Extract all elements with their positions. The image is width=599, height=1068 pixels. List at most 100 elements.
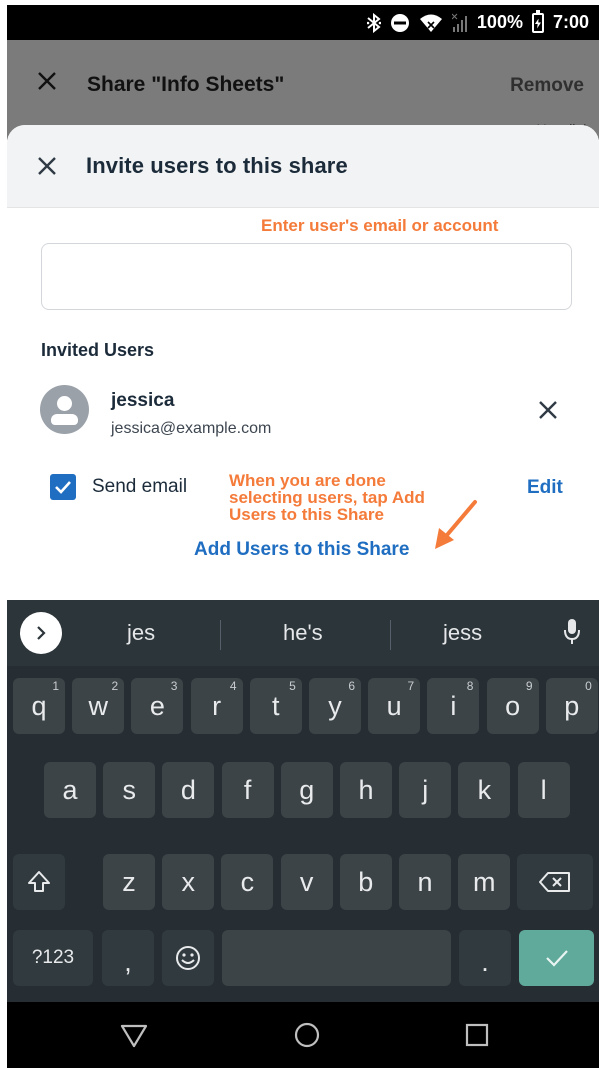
backspace-key[interactable] — [517, 854, 593, 910]
bluetooth-icon — [366, 12, 381, 33]
avatar — [40, 385, 89, 434]
key-y[interactable]: y6 — [309, 678, 361, 734]
key-u[interactable]: u7 — [368, 678, 421, 734]
phone-screen: 100% 7:00 Share "Info Sheets" Remove Unc… — [7, 5, 599, 1068]
symbols-key[interactable]: ?123 — [13, 930, 93, 986]
shift-key[interactable] — [13, 854, 65, 910]
space-key[interactable] — [222, 930, 451, 986]
key-label: a — [62, 774, 78, 805]
key-r[interactable]: r4 — [190, 678, 243, 734]
key-label: m — [472, 866, 496, 897]
key-label: c — [240, 866, 255, 897]
key-label: l — [540, 774, 547, 805]
key-label: i — [450, 690, 457, 721]
key-q[interactable]: q1 — [13, 678, 65, 734]
close-icon[interactable] — [36, 70, 58, 97]
key-number-hint: 5 — [289, 679, 296, 693]
no-signal-icon — [451, 13, 468, 33]
key-p[interactable]: p0 — [545, 678, 598, 734]
key-label: v — [299, 866, 314, 897]
key-z[interactable]: z — [103, 854, 155, 910]
send-email-checkbox[interactable] — [50, 474, 76, 500]
key-m[interactable]: m — [458, 854, 511, 910]
remove-button[interactable]: Remove — [510, 75, 584, 97]
key-number-hint: 2 — [111, 679, 119, 693]
key-x[interactable]: x — [162, 854, 215, 910]
status-bar: 100% 7:00 — [7, 5, 599, 40]
send-email-label: Send email — [92, 476, 188, 497]
enter-key[interactable] — [519, 930, 594, 986]
key-c[interactable]: c — [221, 854, 274, 910]
home-icon[interactable] — [292, 1020, 322, 1055]
key-label: k — [477, 774, 492, 805]
invited-user-row: jessica jessica@example.com — [40, 385, 570, 445]
suggestion[interactable]: jess — [443, 620, 482, 646]
key-i[interactable]: i8 — [427, 678, 480, 734]
key-number-hint: 0 — [585, 679, 592, 693]
key-v[interactable]: v — [280, 854, 333, 910]
key-label: h — [358, 774, 374, 805]
done-annotation: When you are done selecting users, tap A… — [229, 471, 425, 524]
wifi-icon — [419, 13, 443, 33]
key-a[interactable]: a — [44, 762, 96, 818]
invited-users-label: Invited Users — [41, 340, 155, 360]
key-label: f — [243, 774, 252, 805]
key-w[interactable]: w2 — [72, 678, 125, 734]
send-email-row: Send email — [50, 474, 187, 500]
battery-percent: 100% — [476, 12, 523, 32]
expand-toolbar-icon[interactable] — [20, 612, 62, 654]
key-d[interactable]: d — [162, 762, 215, 818]
email-input[interactable] — [41, 243, 572, 310]
recents-icon[interactable] — [462, 1020, 492, 1055]
key-label: y — [328, 690, 342, 721]
key-number-hint: 1 — [52, 679, 59, 693]
key-label: q — [31, 690, 47, 721]
key-t[interactable]: t5 — [249, 678, 302, 734]
key-n[interactable]: n — [399, 854, 451, 910]
key-e[interactable]: e3 — [131, 678, 184, 734]
key-h[interactable]: h — [340, 762, 392, 818]
key-number-hint: 8 — [466, 679, 474, 693]
key-label: d — [180, 774, 196, 805]
key-b[interactable]: b — [339, 854, 392, 910]
key-label: r — [212, 690, 222, 721]
key-label: o — [505, 690, 521, 721]
key-number-hint: 6 — [348, 679, 355, 693]
key-g[interactable]: g — [280, 762, 333, 818]
comma-key[interactable]: , — [102, 930, 154, 986]
annotation-arrow-icon — [435, 500, 477, 549]
key-l[interactable]: l — [517, 762, 570, 818]
key-number-hint: 7 — [407, 679, 415, 693]
suggestion[interactable]: jes — [127, 620, 155, 646]
navigation-bar — [7, 1002, 599, 1068]
key-f[interactable]: f — [221, 762, 274, 818]
key-label: j — [422, 774, 429, 805]
add-users-button[interactable]: Add Users to this Share — [194, 539, 409, 561]
invite-users-sheet: Invite users to this share Enter user's … — [7, 125, 599, 600]
suggestion[interactable]: he's — [283, 620, 323, 646]
key-label: w — [88, 690, 108, 721]
remove-user-icon[interactable] — [537, 399, 559, 421]
key-o[interactable]: o9 — [486, 678, 539, 734]
user-email: jessica@example.com — [111, 420, 272, 437]
key-j[interactable]: j — [399, 762, 452, 818]
sheet-title: Invite users to this share — [86, 153, 348, 178]
microphone-icon[interactable] — [562, 617, 582, 652]
close-icon[interactable] — [36, 155, 58, 177]
key-label: s — [122, 774, 136, 805]
battery-charging-icon — [531, 9, 544, 33]
key-label: u — [386, 690, 402, 721]
emoji-key[interactable] — [162, 930, 214, 986]
period-key[interactable]: . — [459, 930, 511, 986]
key-label: z — [122, 866, 136, 897]
key-s[interactable]: s — [103, 762, 156, 818]
do-not-disturb-icon — [390, 13, 410, 33]
key-k[interactable]: k — [458, 762, 511, 818]
key-label: n — [417, 866, 433, 897]
key-number-hint: 4 — [229, 679, 237, 693]
suggestion-strip: jes he's jess — [7, 600, 599, 666]
on-screen-keyboard: jes he's jess ?123 , . q1w2e3r4t5y6u7i8o… — [7, 600, 599, 1002]
email-annotation: Enter user's email or account — [261, 216, 499, 235]
edit-button[interactable]: Edit — [527, 477, 563, 499]
back-icon[interactable] — [119, 1020, 149, 1055]
